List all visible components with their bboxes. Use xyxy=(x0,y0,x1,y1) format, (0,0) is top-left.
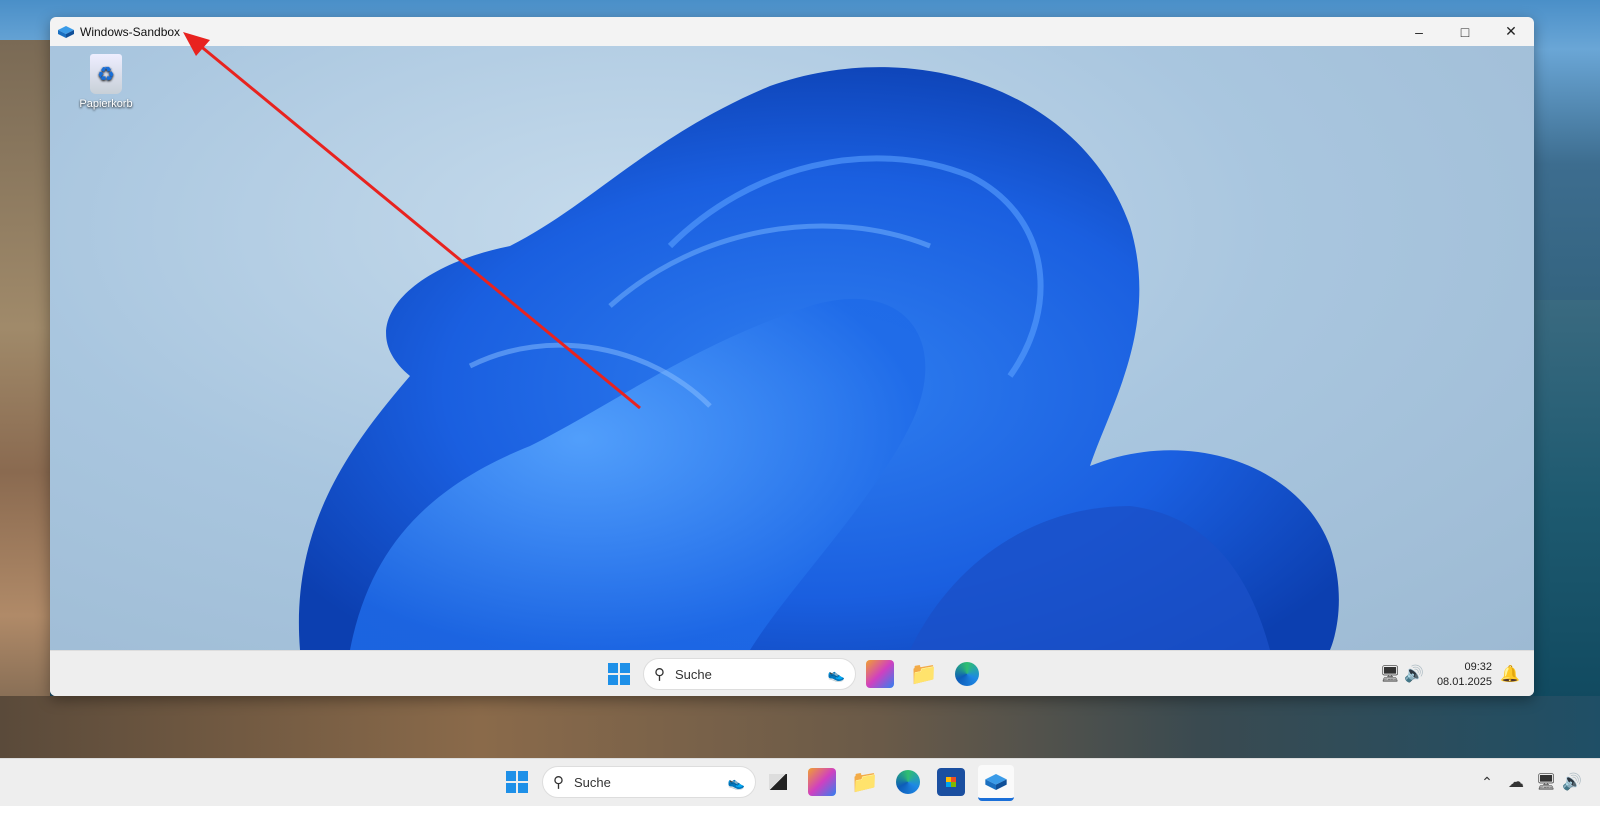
windows-logo-icon xyxy=(608,663,630,685)
sandbox-taskbar-button[interactable] xyxy=(978,765,1014,801)
sandbox-icon xyxy=(58,25,74,38)
copilot-button[interactable] xyxy=(866,660,894,688)
search-icon: ⚲ xyxy=(553,774,564,791)
task-view-button[interactable] xyxy=(764,768,792,796)
host-copilot-button[interactable] xyxy=(808,768,836,796)
maximize-button[interactable]: □ xyxy=(1442,17,1488,46)
host-taskbar: ⚲ Suche 👟 📁 ⌃ ☁ 🖥 🔊 xyxy=(0,758,1600,806)
sandbox-desktop: ♻ Papierkorb xyxy=(50,46,1534,650)
host-search-box[interactable]: ⚲ Suche 👟 xyxy=(542,766,756,798)
folder-icon: 📁 xyxy=(910,661,938,686)
minimize-button[interactable]: – xyxy=(1396,17,1442,46)
onedrive-offline-icon[interactable]: ☁ xyxy=(1502,768,1530,796)
sandbox-icon xyxy=(985,773,1007,790)
host-wallpaper-sea xyxy=(1534,300,1600,700)
network-icon[interactable]: 🖥 xyxy=(1532,768,1560,796)
clock-time: 09:32 xyxy=(1464,661,1492,673)
task-view-icon xyxy=(769,774,787,790)
host-wallpaper-cliff xyxy=(0,40,50,760)
search-placeholder: Suche xyxy=(574,774,611,790)
notification-bell-icon[interactable]: 🔔 xyxy=(1496,660,1524,688)
search-icon: ⚲ xyxy=(654,666,665,683)
title-bar[interactable]: Windows-Sandbox – □ ✕ xyxy=(50,17,1534,46)
volume-icon[interactable]: 🔊 xyxy=(1400,660,1428,688)
store-button[interactable] xyxy=(937,768,965,796)
windows-logo-icon xyxy=(506,771,528,793)
bottom-strip xyxy=(0,806,1600,822)
file-explorer-button[interactable]: 📁 xyxy=(910,660,938,688)
sandbox-window[interactable]: Windows-Sandbox – □ ✕ ♻ Papierkorb ⚲ Suc… xyxy=(50,17,1534,696)
host-edge-button[interactable] xyxy=(894,768,922,796)
host-wallpaper-shore xyxy=(0,696,1600,758)
search-highlight-icon: 👟 xyxy=(727,773,745,790)
bloom-wallpaper xyxy=(298,67,1339,650)
store-icon xyxy=(946,777,956,787)
host-start-button[interactable] xyxy=(503,768,531,796)
sandbox-taskbar: ⚲ Suche 👟 📁 🖥 🔊 09:32 08.01.2025 🔔 xyxy=(50,650,1534,696)
recycle-bin-label: Papierkorb xyxy=(79,98,133,110)
clock[interactable]: 09:32 08.01.2025 xyxy=(1430,660,1492,690)
search-placeholder: Suche xyxy=(675,666,712,682)
taskbar-search-box[interactable]: ⚲ Suche 👟 xyxy=(643,658,856,690)
edge-icon xyxy=(896,770,920,794)
close-button[interactable]: ✕ xyxy=(1488,17,1534,46)
host-file-explorer-button[interactable]: 📁 xyxy=(851,768,879,796)
window-title: Windows-Sandbox xyxy=(80,24,181,39)
volume-icon[interactable]: 🔊 xyxy=(1558,768,1586,796)
search-highlight-icon: 👟 xyxy=(827,665,845,682)
show-hidden-icons-button[interactable]: ⌃ xyxy=(1473,768,1501,796)
edge-button[interactable] xyxy=(953,660,981,688)
folder-icon: 📁 xyxy=(851,769,879,794)
clock-date: 08.01.2025 xyxy=(1436,676,1492,688)
start-button[interactable] xyxy=(605,660,633,688)
recycle-bin-desktop-icon[interactable]: ♻ Papierkorb xyxy=(76,54,136,110)
recycle-bin-icon: ♻ xyxy=(90,54,122,94)
edge-icon xyxy=(955,662,979,686)
